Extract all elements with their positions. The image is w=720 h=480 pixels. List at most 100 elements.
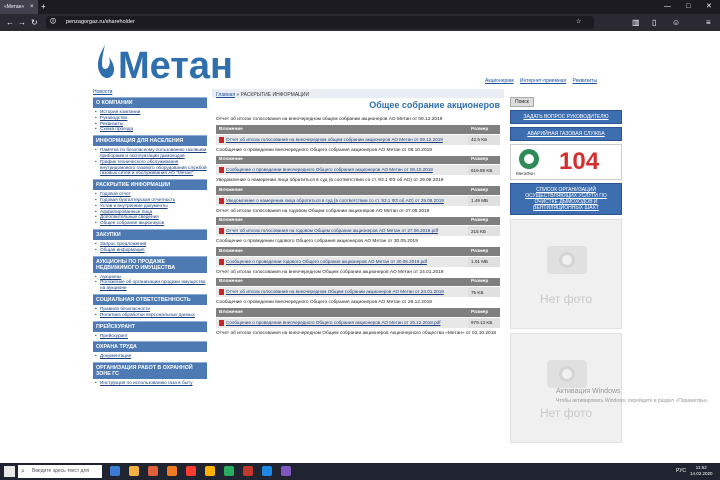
- attachment-row: Сообщение о проведении годового Общего с…: [216, 255, 500, 267]
- menu-section-title[interactable]: РАСКРЫТИЕ ИНФОРМАЦИИ: [93, 179, 207, 191]
- megafon-logo-icon: [519, 149, 539, 169]
- menu-item[interactable]: Общая информация: [95, 247, 207, 253]
- taskbar-app-icon[interactable]: [148, 466, 158, 476]
- menu-section-title[interactable]: О КОМПАНИИ: [93, 97, 207, 108]
- account-icon[interactable]: ☺: [672, 14, 680, 31]
- attachment-table: Вложение Размер Отчет об итогах голосовани…: [216, 216, 500, 236]
- menu-list: Годовой отчетГодовая бухгалтерская отчет…: [93, 190, 207, 228]
- library-icon[interactable]: ▥: [632, 14, 640, 31]
- menu-section-title[interactable]: ЗАКУПКИ: [93, 228, 207, 240]
- menu-item[interactable]: График технического обслуживания внутрид…: [95, 159, 207, 176]
- report-caption: Отчет об итогах голосования на внеочеред…: [216, 117, 443, 122]
- taskbar-app-icon[interactable]: [186, 466, 196, 476]
- size-column-header: Размер: [468, 186, 500, 195]
- attachment-link[interactable]: Отчет об итогах голосования на внеочеред…: [226, 289, 444, 294]
- menu-section-title[interactable]: ИНФОРМАЦИЯ ДЛЯ НАСЕЛЕНИЯ: [93, 135, 207, 147]
- taskbar-app-icon[interactable]: [262, 466, 272, 476]
- emergency-gas-button[interactable]: АВАРИЙНАЯ ГАЗОВАЯ СЛУЖБА: [510, 127, 622, 141]
- attachment-table: Вложение Размер Отчет об итогах голосовани…: [216, 125, 500, 145]
- top-link-requisites[interactable]: Реквизиты: [573, 78, 598, 84]
- attachment-link[interactable]: Сообщение о проведении внеочередного Общ…: [226, 320, 441, 325]
- sidebar-icon[interactable]: ▯: [652, 14, 656, 31]
- menu-section-title[interactable]: ОРГАНИЗАЦИЯ РАБОТ В ОХРАННОЙ ЗОНЕ ГС: [93, 362, 207, 380]
- menu-item[interactable]: Положение об организации продажи имущест…: [95, 279, 207, 291]
- url-bar[interactable]: 🛈 penzagorgaz.ru/shareholder ☆: [46, 16, 594, 29]
- attachment-header-row: Вложение Размер: [216, 216, 500, 226]
- taskbar-app-icon[interactable]: [167, 466, 177, 476]
- menu-list: Правила безопасностиПолитика обработки п…: [93, 305, 207, 320]
- taskbar-app-icon[interactable]: [205, 466, 215, 476]
- attachment-column-header: Вложение: [216, 125, 468, 134]
- chimney-services-button[interactable]: СПИСОК ОРГАНИЗАЦИЙ ОСУЩЕСТВЛЯЮЩИХ УСЛУГИ…: [510, 183, 622, 215]
- menu-item[interactable]: Схема проезда: [95, 126, 207, 132]
- maximize-button[interactable]: □: [686, 0, 690, 14]
- menu-section-title[interactable]: СОЦИАЛЬНАЯ ОТВЕТСТВЕННОСТЬ: [93, 293, 207, 305]
- back-icon[interactable]: ←: [6, 14, 14, 31]
- search-tab[interactable]: Поиск: [510, 97, 534, 107]
- attachment-size: 619.89 KБ: [468, 164, 500, 175]
- attachment-row: Отчет об итогах голосования на внеочеред…: [216, 133, 500, 145]
- menu-section-title[interactable]: ОХРАНА ТРУДА: [93, 341, 207, 353]
- language-indicator[interactable]: РУС: [676, 463, 686, 480]
- system-clock[interactable]: 11:52 14.02.2020: [690, 465, 713, 477]
- browser-navbar: ← → ↻ 🛈 penzagorgaz.ru/shareholder ☆ ▥ ▯…: [0, 14, 720, 31]
- attachment-cell: Отчет об итогах голосования на годовом О…: [216, 225, 468, 236]
- site-logo[interactable]: Метан: [118, 45, 233, 88]
- attachment-link[interactable]: Отчет об итогах голосования на внеочеред…: [226, 137, 443, 142]
- reload-icon[interactable]: ↻: [31, 14, 38, 31]
- emergency-number-banner[interactable]: МегаФон 104: [510, 144, 622, 180]
- megafon-label: МегаФон: [516, 171, 535, 176]
- menu-section-title[interactable]: АУКЦИОНЫ ПО ПРОДАЖЕ НЕДВИЖИМОГО ИМУЩЕСТВ…: [93, 255, 207, 273]
- attachment-size: 75 KБ: [468, 286, 500, 297]
- attachment-link[interactable]: Отчет об итогах голосования на годовом О…: [226, 228, 438, 233]
- attachment-column-header: Вложение: [216, 216, 468, 226]
- breadcrumb-home[interactable]: Главная: [216, 92, 235, 98]
- tab-close-icon[interactable]: ×: [30, 0, 34, 14]
- attachment-size: 42.5 KБ: [468, 133, 500, 145]
- attachment-link[interactable]: Уведомление о намерении лица обратиться …: [226, 198, 444, 203]
- taskbar-app-icon[interactable]: [224, 466, 234, 476]
- bookmark-star-icon[interactable]: ☆: [576, 16, 581, 29]
- ask-director-button[interactable]: ЗАДАТЬ ВОПРОС РУКОВОДИТЕЛЮ: [510, 110, 622, 124]
- menu-icon[interactable]: ≡: [706, 14, 711, 31]
- size-column-header: Размер: [468, 216, 500, 226]
- browser-tabbar: «Метан» × + — □ ✕: [0, 0, 720, 14]
- taskbar-app-icon[interactable]: [243, 466, 253, 476]
- taskbar-app-icon[interactable]: [110, 466, 120, 476]
- menu-item[interactable]: Документация: [95, 353, 207, 359]
- attachment-column-header: Вложение: [216, 186, 468, 195]
- top-link-shareholders[interactable]: Акционерам: [485, 78, 514, 84]
- menu-list: История компанииРуководствоРеквизитыСхем…: [93, 108, 207, 134]
- browser-tab[interactable]: «Метан» ×: [0, 0, 38, 14]
- attachment-header-row: Вложение Размер: [216, 247, 500, 256]
- taskbar-app-icon[interactable]: [281, 466, 291, 476]
- taskbar-search-input[interactable]: ⌕ Введите здесь текст для поиска: [18, 465, 102, 478]
- minimize-button[interactable]: —: [664, 0, 671, 14]
- taskbar-app-icon[interactable]: [129, 466, 139, 476]
- top-link-reception[interactable]: Интернет-приемная: [520, 78, 566, 84]
- menu-list: Памятка по безопасному пользованию газов…: [93, 146, 207, 178]
- menu-list: Документация: [93, 352, 207, 361]
- menu-item[interactable]: Политика обработки персональных данных: [95, 312, 207, 318]
- taskbar-search-placeholder: Введите здесь текст для поиска: [32, 468, 90, 474]
- attachment-row: Сообщение о проведении внеочередного Общ…: [216, 316, 500, 328]
- report-block: Сообщение о проведении внеочередного Общ…: [212, 297, 504, 328]
- windows-start-icon[interactable]: [4, 466, 15, 477]
- menu-item[interactable]: Памятка по безопасному пользованию газов…: [95, 147, 207, 159]
- forward-icon[interactable]: →: [18, 14, 26, 31]
- attachment-row: Сообщение о проведении внеочередного Общ…: [216, 164, 500, 175]
- menu-item[interactable]: Прейскурант: [95, 333, 207, 339]
- attachment-cell: Сообщение о проведении годового Общего с…: [216, 255, 468, 267]
- attachment-link[interactable]: Сообщение о проведении годового Общего с…: [226, 259, 427, 264]
- menu-item[interactable]: Общее собрание акционеров: [95, 220, 207, 226]
- menu-item[interactable]: Инструкция по использованию газа в быту: [95, 380, 207, 386]
- news-link[interactable]: Новости: [93, 89, 207, 96]
- new-tab-button[interactable]: +: [41, 0, 46, 14]
- page-title: Общее собрание акционеров: [369, 100, 500, 110]
- pdf-file-icon: [219, 319, 224, 326]
- close-window-button[interactable]: ✕: [706, 0, 712, 14]
- report-block: Отчет об итогах голосования на годовом О…: [212, 206, 504, 236]
- attachment-link[interactable]: Сообщение о проведении внеочередного Общ…: [226, 167, 433, 172]
- menu-section-title[interactable]: ПРЕЙСКУРАНТ: [93, 320, 207, 332]
- size-column-header: Размер: [468, 247, 500, 256]
